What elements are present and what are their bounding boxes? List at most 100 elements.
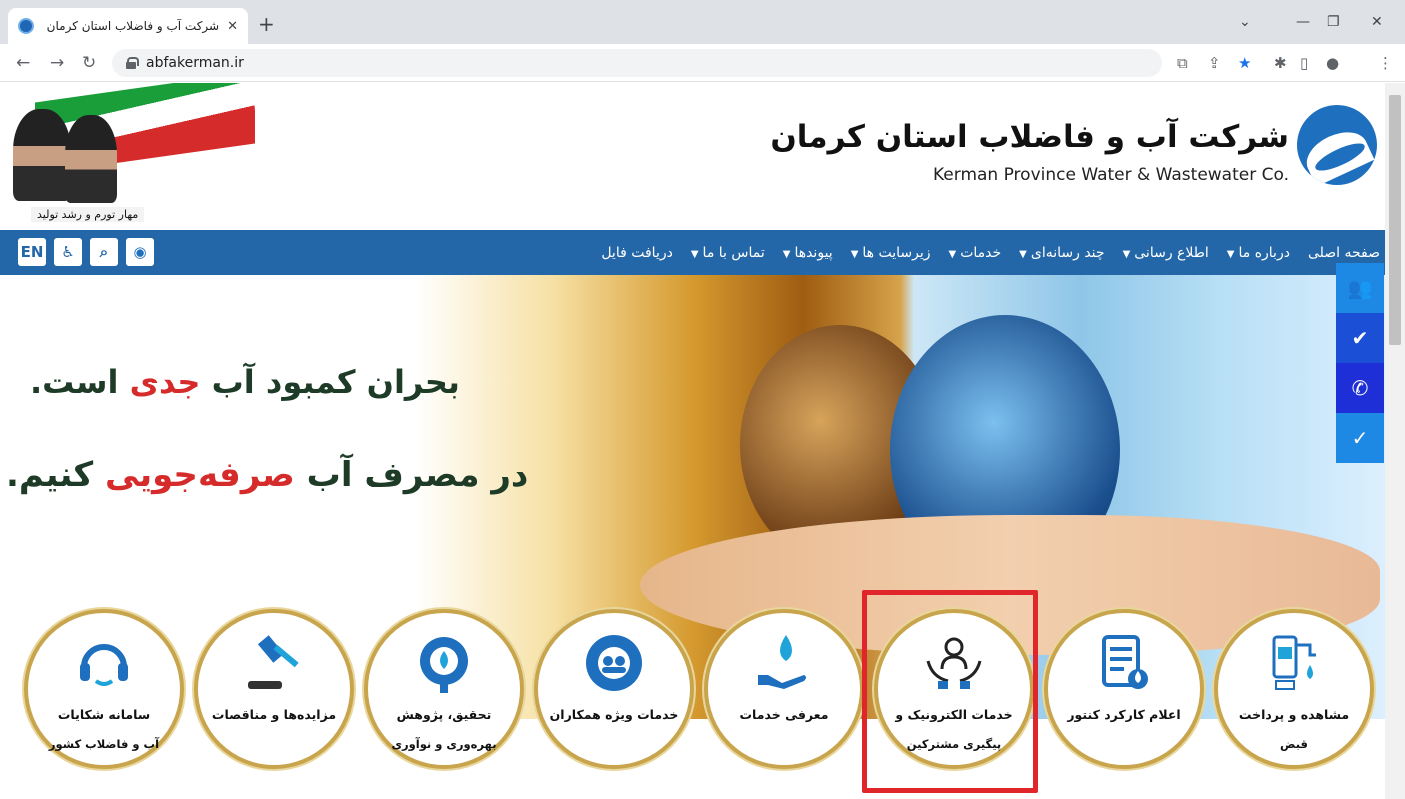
research-gear-icon (408, 627, 480, 699)
service-label: معرفی خدمات (739, 707, 829, 722)
hand-drop-icon (748, 627, 820, 699)
service-label: مزایده‌ها و مناقصات (211, 707, 337, 722)
service-sublabel: قبض (1280, 737, 1308, 751)
service-label: مشاهده و پرداخت (1238, 707, 1350, 722)
close-window-icon[interactable]: ✕ (1371, 14, 1383, 30)
nav-item-label: خدمات (960, 244, 1002, 261)
hero-line-1: بحران کمبود آب جدی است. (30, 363, 460, 401)
share-icon[interactable]: ⇪ (1208, 54, 1221, 72)
floating-quick-links: 👥 ✔ ✆ ✓ (1336, 263, 1384, 463)
nav-item-label: اطلاع رسانی (1134, 244, 1209, 261)
language-en-button[interactable]: EN (18, 238, 46, 266)
profile-avatar-icon[interactable]: ● (1326, 54, 1339, 72)
accessibility-icon[interactable]: ♿ (54, 238, 82, 266)
bill-payment-icon (1258, 627, 1330, 699)
brand-title-fa: شرکت آب و فاضلاب استان کرمان (770, 119, 1289, 155)
tab-title: شرکت آب و فاضلاب استان کرمان (46, 19, 220, 33)
extensions-icon[interactable]: ✱ (1274, 54, 1287, 72)
nav-item[interactable]: تماس با ما▼ (691, 245, 765, 261)
leader-banner: مهار تورم و رشد تولید (5, 83, 255, 227)
service-card[interactable]: سامانه شکایات آب و فاضلاب کشور (24, 609, 184, 769)
service-label: اعلام کارکرد کنتور (1067, 707, 1181, 722)
chevron-down-icon: ▼ (1122, 248, 1131, 260)
chevron-down-icon: ▼ (1226, 248, 1235, 260)
restore-icon[interactable]: ❐ (1327, 14, 1340, 30)
hero-line-2: در مصرف آب صرفه‌جویی کنیم. (6, 455, 528, 495)
address-bar-row: ← → ↻ abfakerman.ir ⧉ ⇪ ★ ✱ ▯ ● ⋮ (0, 44, 1405, 82)
double-check-icon[interactable]: ✔ (1336, 313, 1384, 363)
chevron-down-icon: ▼ (782, 248, 791, 260)
service-sublabel: بهره‌وری و نوآوری (391, 737, 497, 751)
nav-item[interactable]: صفحه اصلی (1308, 245, 1380, 261)
nav-item[interactable]: دریافت فایل (601, 245, 673, 261)
browser-tab[interactable]: شرکت آب و فاضلاب استان کرمان ✕ (8, 8, 248, 44)
forward-icon[interactable]: → (50, 53, 64, 73)
nav-item-label: زیرسایت ها (862, 244, 931, 261)
service-card[interactable]: مزایده‌ها و مناقصات (194, 609, 354, 769)
user-check-icon[interactable]: ✓ (1336, 413, 1384, 463)
main-navigation: صفحه اصلی درباره ما▼ اطلاع رسانی▼ چند رسانه… (0, 230, 1385, 275)
users-icon[interactable]: 👥 (1336, 263, 1384, 313)
chevron-down-icon: ▼ (690, 248, 699, 260)
nav-item-label: صفحه اصلی (1307, 244, 1380, 261)
nav-item[interactable]: چند رسانه‌ای▼ (1019, 245, 1104, 261)
chevron-down-icon: ▼ (948, 248, 957, 260)
page-scrollbar[interactable] (1385, 83, 1405, 799)
search-icon[interactable]: ⌕ (90, 238, 118, 266)
nav-tool-icons: EN ♿ ⌕ ◉ (18, 238, 154, 266)
chevron-down-icon: ▼ (850, 248, 859, 260)
back-icon[interactable]: ← (16, 53, 30, 73)
minimize-icon[interactable]: — (1296, 14, 1310, 30)
menu-kebab-icon[interactable]: ⋮ (1378, 54, 1393, 72)
new-tab-icon[interactable]: + (258, 14, 275, 34)
phone-icon[interactable]: ✆ (1336, 363, 1384, 413)
web-page: مهار تورم و رشد تولید شرکت آب و فاضلاب ا… (0, 83, 1385, 799)
close-tab-icon[interactable]: ✕ (227, 19, 238, 34)
nav-item[interactable]: درباره ما▼ (1227, 245, 1290, 261)
service-card[interactable]: خدمات ویژه همکاران (534, 609, 694, 769)
nav-item[interactable]: پیوندها▼ (783, 245, 833, 261)
nav-items: صفحه اصلی درباره ما▼ اطلاع رسانی▼ چند رسانه… (601, 230, 1380, 275)
gavel-icon (238, 627, 310, 699)
service-card[interactable]: معرفی خدمات (704, 609, 864, 769)
url-field[interactable]: abfakerman.ir (112, 49, 1162, 77)
bookmark-star-icon[interactable]: ★ (1238, 54, 1251, 72)
lock-icon[interactable] (126, 57, 139, 69)
hero-line-1-end: است. (30, 363, 130, 401)
nav-item-label: درباره ما (1238, 244, 1290, 261)
nav-item-label: تماس با ما (702, 244, 765, 261)
brand-title-en: Kerman Province Water & Wastewater Co. (933, 165, 1289, 185)
translate-icon[interactable]: ⧉ (1177, 54, 1188, 72)
hero-line-1-accent: جدی (129, 363, 201, 401)
nav-item[interactable]: اطلاع رسانی▼ (1123, 245, 1209, 261)
team-gear-icon (578, 627, 650, 699)
browser-tab-bar: شرکت آب و فاضلاب استان کرمان ✕ + ⌄ — ❐ ✕ (0, 0, 1405, 44)
service-label: سامانه شکایات (57, 707, 151, 722)
site-header: مهار تورم و رشد تولید شرکت آب و فاضلاب ا… (0, 83, 1385, 230)
portrait-image (13, 109, 71, 201)
tab-search-icon[interactable]: ⌄ (1239, 14, 1251, 30)
slogan-text: مهار تورم و رشد تولید (31, 207, 145, 222)
service-sublabel: آب و فاضلاب کشور (48, 737, 160, 751)
nav-item[interactable]: خدمات▼ (949, 245, 1002, 261)
scrollbar-thumb[interactable] (1389, 95, 1401, 345)
reload-icon[interactable]: ↻ (82, 53, 96, 73)
hero-line-1-text: بحران کمبود آب (200, 363, 460, 401)
nav-item[interactable]: زیرسایت ها▼ (851, 245, 931, 261)
hero-line-2-accent: صرفه‌جویی (104, 455, 295, 495)
nav-item-label: چند رسانه‌ای (1030, 244, 1105, 261)
company-logo-icon[interactable] (1297, 105, 1377, 185)
service-card[interactable]: تحقیق، پژوهش بهره‌وری و نوآوری (364, 609, 524, 769)
service-label: تحقیق، پژوهش (396, 707, 492, 722)
services-row: سامانه شکایات آب و فاضلاب کشور مزایده‌ها و… (0, 601, 1385, 799)
hero-line-2-text: در مصرف آب (294, 455, 529, 495)
url-text: abfakerman.ir (146, 55, 244, 71)
side-panel-icon[interactable]: ▯ (1300, 54, 1308, 72)
site-favicon-icon (18, 18, 34, 34)
highlight-box (862, 590, 1038, 793)
nav-item-label: دریافت فایل (601, 244, 673, 261)
service-card[interactable]: اعلام کارکرد کنتور (1044, 609, 1204, 769)
site-logo-icon[interactable]: ◉ (126, 238, 154, 266)
hero-line-2-end: کنیم. (6, 455, 105, 495)
service-card[interactable]: مشاهده و پرداخت قبض (1214, 609, 1374, 769)
